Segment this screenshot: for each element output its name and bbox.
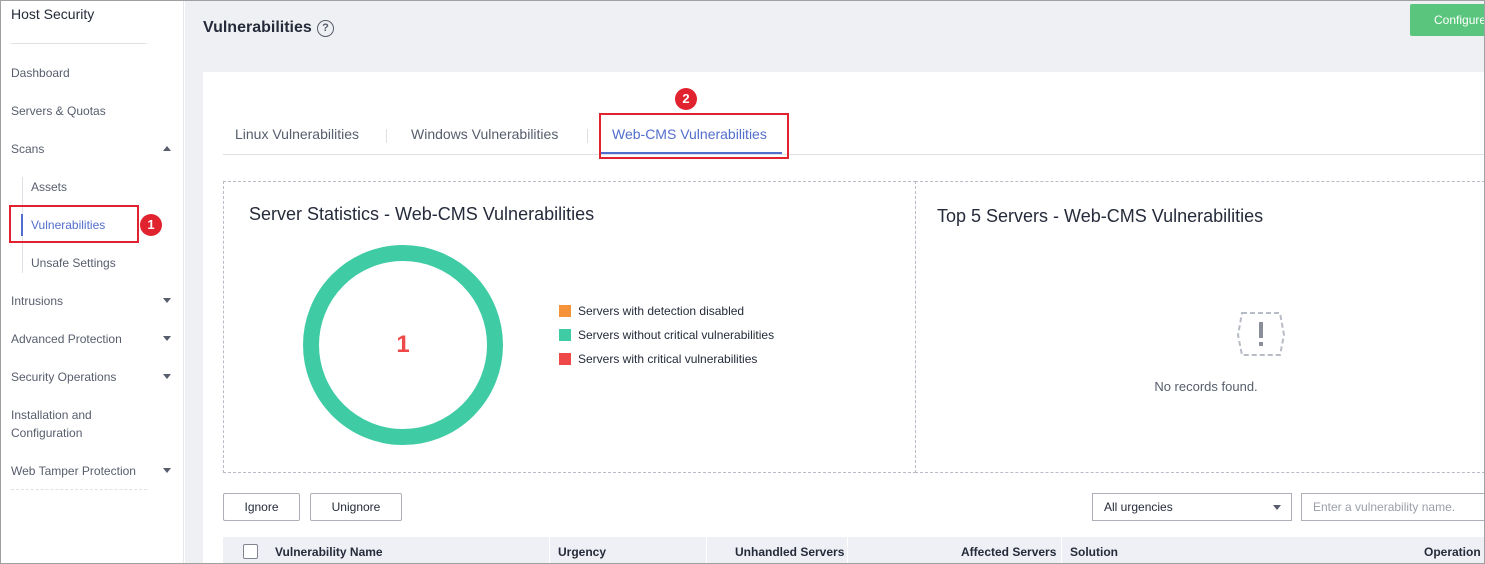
tab-separator [587, 129, 588, 143]
step-badge-1: 1 [140, 214, 162, 236]
legend-swatch [559, 305, 571, 317]
chevron-down-icon [163, 298, 171, 303]
column-vulnerability-name[interactable]: Vulnerability Name [275, 545, 383, 559]
sidebar-item-label: Security Operations [11, 370, 117, 384]
sidebar-item-label: Web Tamper Protection [11, 464, 136, 478]
donut-chart: 1 [303, 245, 503, 445]
legend-label: Servers without critical vulnerabilities [578, 328, 775, 342]
tab-windows-vulnerabilities[interactable]: Windows Vulnerabilities [411, 126, 558, 142]
chevron-down-icon [163, 374, 171, 379]
sidebar: Host Security Dashboard Servers & Quotas… [1, 1, 184, 563]
legend-swatch [559, 329, 571, 341]
unignore-button[interactable]: Unignore [310, 493, 402, 521]
main-content: Vulnerabilities ? Configure Linux Vulner… [185, 1, 1484, 563]
sidebar-item-label: Servers & Quotas [11, 104, 106, 118]
sidebar-item-installation-configuration[interactable]: Installation and Configuration [11, 406, 111, 442]
sidebar-item-dashboard[interactable]: Dashboard [11, 66, 171, 80]
sidebar-item-security-operations[interactable]: Security Operations [11, 370, 171, 384]
sidebar-item-intrusions[interactable]: Intrusions [11, 294, 171, 308]
sidebar-item-servers-quotas[interactable]: Servers & Quotas [11, 104, 171, 118]
highlight-box-vulnerabilities [9, 205, 139, 243]
tab-separator [386, 129, 387, 143]
sidebar-title: Host Security [11, 6, 95, 22]
urgency-select-value: All urgencies [1104, 500, 1173, 514]
ignore-button[interactable]: Ignore [223, 493, 300, 521]
server-statistics-title: Server Statistics - Web-CMS Vulnerabilit… [249, 204, 595, 224]
donut-count: 1 [396, 331, 410, 358]
sidebar-divider [11, 43, 147, 44]
legend-label: Servers with detection disabled [578, 304, 745, 318]
chevron-down-icon [1273, 505, 1281, 510]
step-badge-2: 2 [675, 88, 697, 110]
help-icon[interactable]: ? [317, 20, 334, 37]
column-operation: Operation [1424, 545, 1481, 559]
empty-records-icon [1236, 312, 1286, 356]
column-unhandled-servers[interactable]: Unhandled Servers [735, 545, 844, 559]
vulnerability-search-input[interactable] [1301, 493, 1484, 521]
chevron-down-icon [163, 468, 171, 473]
configure-button[interactable]: Configure [1410, 4, 1484, 36]
column-solution[interactable]: Solution [1070, 545, 1118, 559]
column-separator [1061, 537, 1062, 563]
sidebar-item-label: Scans [11, 142, 45, 156]
legend-label: Servers with critical vulnerabilities [578, 352, 758, 366]
table-header: Vulnerability Name Urgency Unhandled Ser… [223, 537, 1484, 563]
column-separator [549, 537, 550, 563]
top5-servers-card: Top 5 Servers - Web-CMS Vulnerabilities … [915, 181, 1484, 473]
server-statistics-card: Server Statistics - Web-CMS Vulnerabilit… [223, 181, 916, 473]
sidebar-item-scans[interactable]: Scans [11, 142, 171, 156]
column-urgency[interactable]: Urgency [558, 545, 606, 559]
column-separator [847, 537, 848, 563]
legend-item-with-critical: Servers with critical vulnerabilities [559, 352, 774, 376]
sidebar-item-advanced-protection[interactable]: Advanced Protection [11, 332, 171, 346]
legend-item-without-critical: Servers without critical vulnerabilities [559, 328, 774, 352]
window: Host Security Dashboard Servers & Quotas… [0, 0, 1485, 564]
chevron-up-icon [163, 146, 171, 151]
legend-item-detection-disabled: Servers with detection disabled [559, 304, 774, 328]
sidebar-divider [11, 489, 147, 490]
chart-legend: Servers with detection disabled Servers … [559, 304, 774, 376]
empty-records-text: No records found. [1154, 379, 1258, 394]
sidebar-item-label: Dashboard [11, 66, 70, 80]
chevron-down-icon [163, 336, 171, 341]
highlight-box-web-cms-tab [599, 113, 789, 159]
tab-bar: Linux Vulnerabilities Windows Vulnerabil… [223, 112, 1484, 155]
sidebar-item-web-tamper-protection[interactable]: Web Tamper Protection [11, 464, 171, 478]
sidebar-item-label: Installation and Configuration [11, 408, 92, 440]
column-separator [706, 537, 707, 563]
page-title: Vulnerabilities [203, 19, 312, 36]
sidebar-item-label: Advanced Protection [11, 332, 122, 346]
legend-swatch [559, 353, 571, 365]
tab-linux-vulnerabilities[interactable]: Linux Vulnerabilities [235, 126, 359, 142]
sidebar-subitem-unsafe-settings[interactable]: Unsafe Settings [31, 256, 116, 270]
sidebar-subitem-assets[interactable]: Assets [31, 180, 67, 194]
column-affected-servers[interactable]: Affected Servers [961, 545, 1056, 559]
urgency-select[interactable]: All urgencies [1092, 493, 1292, 521]
vulnerabilities-panel: Linux Vulnerabilities Windows Vulnerabil… [203, 72, 1484, 563]
select-all-checkbox[interactable] [243, 544, 258, 559]
top5-title: Top 5 Servers - Web-CMS Vulnerabilities [937, 206, 1264, 226]
sidebar-item-label: Intrusions [11, 294, 64, 308]
